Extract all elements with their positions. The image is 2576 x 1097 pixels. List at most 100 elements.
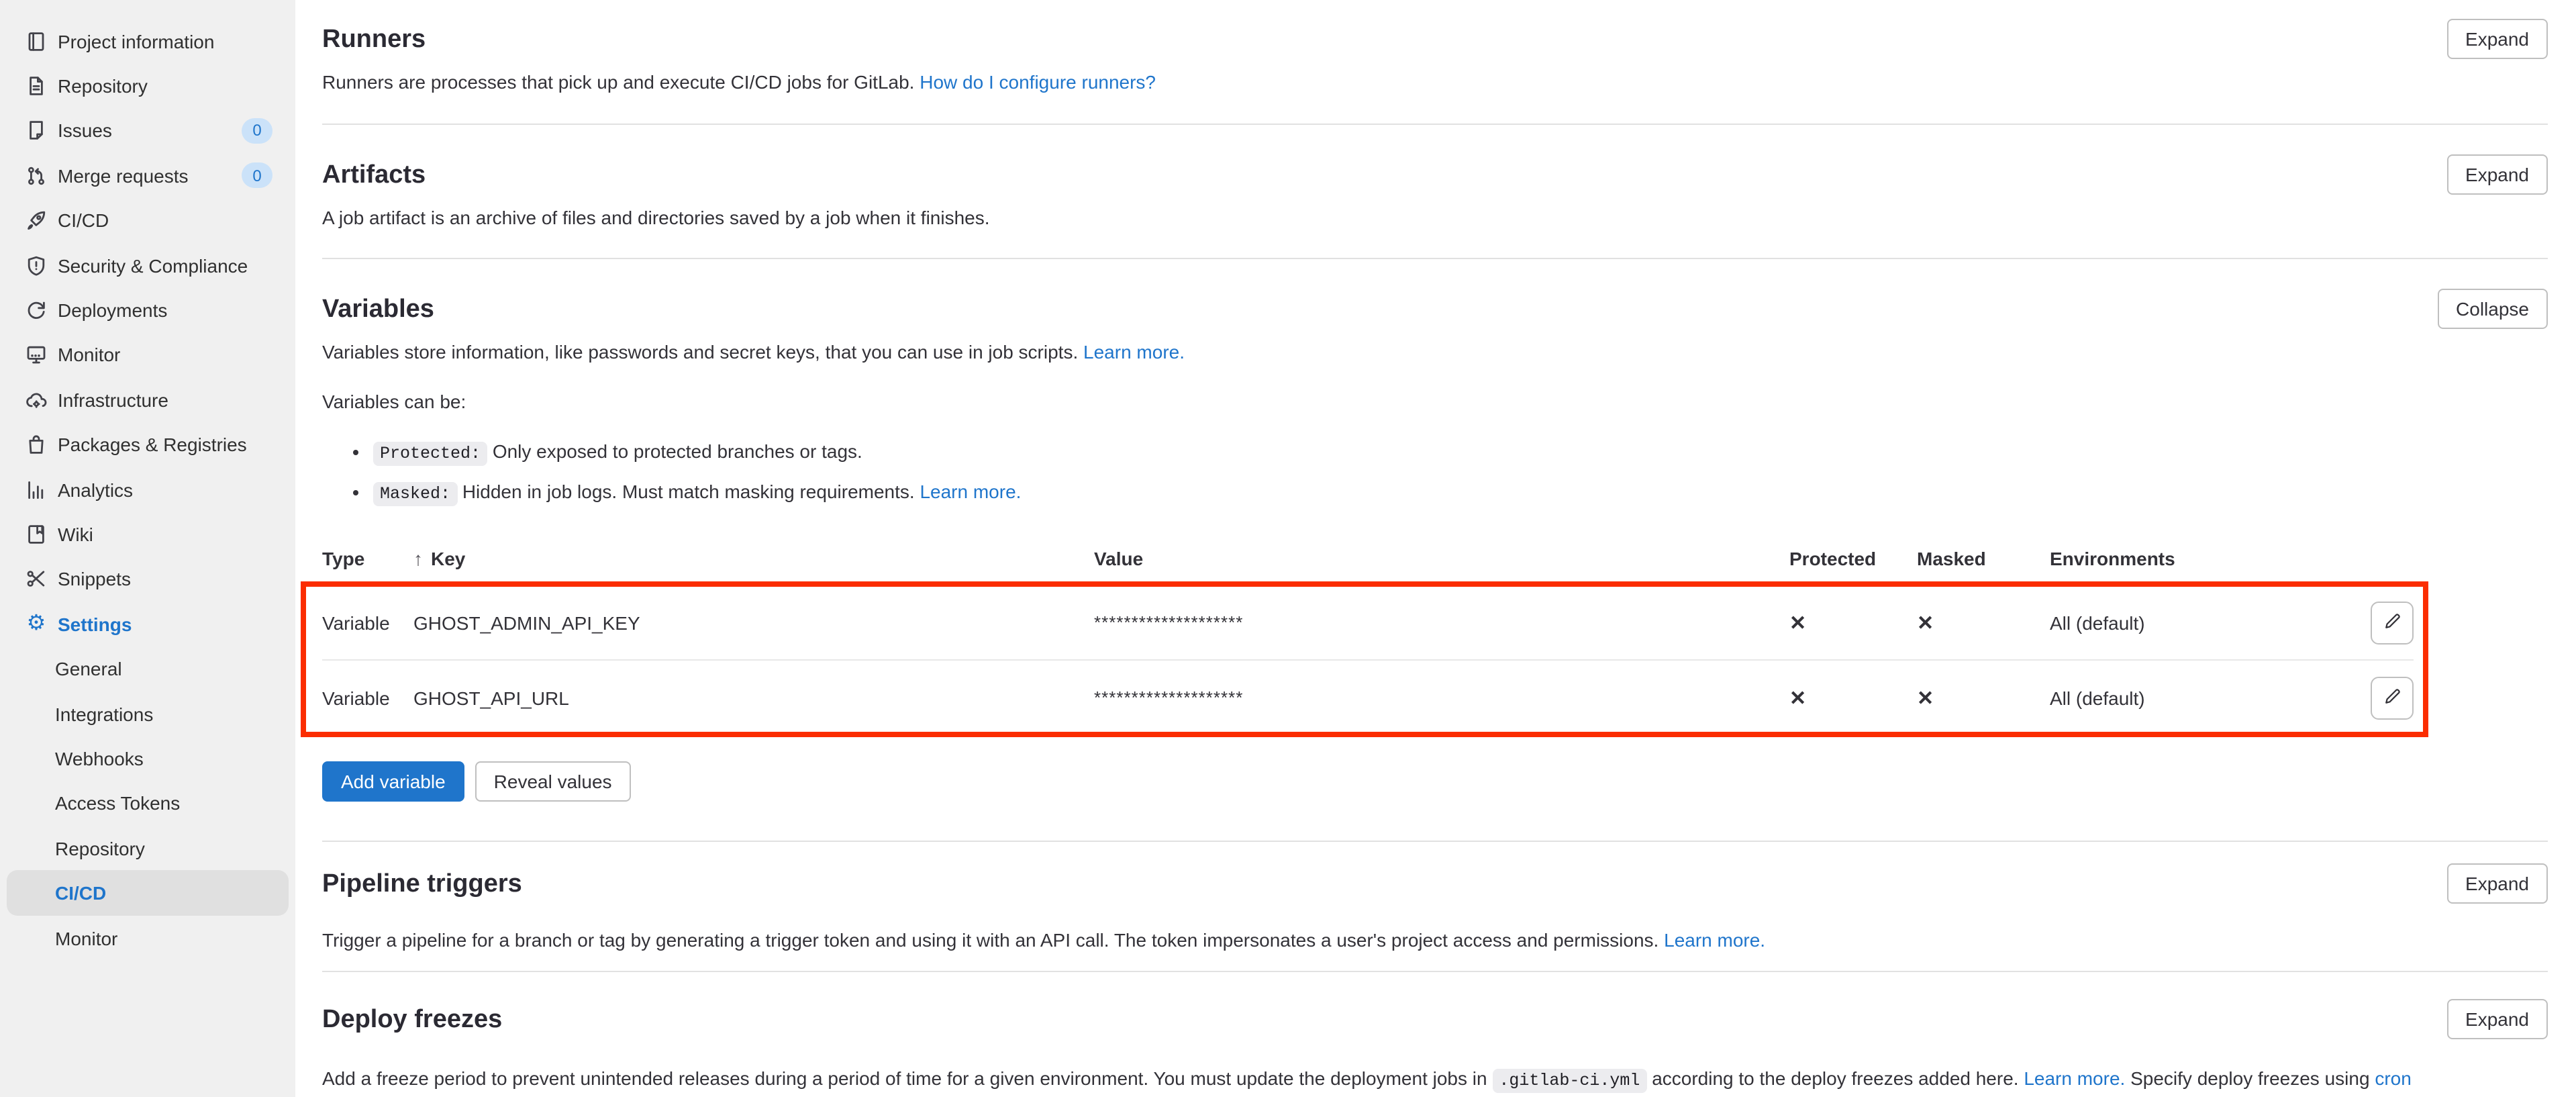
sidebar-item-ci-cd[interactable]: CI/CD: [0, 198, 295, 243]
deploy-freezes-description-text-1: Add a freeze period to prevent unintende…: [322, 1067, 1487, 1089]
pipeline-triggers-expand-button[interactable]: Expand: [2446, 863, 2548, 904]
artifacts-expand-button[interactable]: Expand: [2446, 154, 2548, 195]
sidebar-item-label: Project information: [58, 30, 273, 52]
protected-bullet: Protected: Only exposed to protected bra…: [373, 432, 2548, 473]
issues-count-badge: 0: [242, 118, 273, 144]
artifacts-description: A job artifact is an archive of files an…: [322, 207, 990, 230]
runners-description: Runners are processes that pick up and e…: [322, 71, 1156, 94]
reveal-values-button[interactable]: Reveal values: [475, 761, 631, 802]
column-header-key[interactable]: ↑ Key: [413, 548, 1094, 569]
sidebar-item-merge-requests[interactable]: Merge requests 0: [0, 153, 295, 198]
column-header-masked: Masked: [1917, 548, 2050, 569]
protected-bullet-text: Only exposed to protected branches or ta…: [493, 440, 862, 462]
variables-collapse-button[interactable]: Collapse: [2437, 289, 2548, 329]
variables-description: Variables store information, like passwo…: [322, 341, 1185, 364]
sidebar-subitem-label: CI/CD: [55, 882, 106, 904]
sidebar-subitem-monitor[interactable]: Monitor: [7, 916, 289, 961]
masked-x-icon: ✕: [1917, 610, 2050, 634]
configure-runners-link[interactable]: How do I configure runners?: [920, 71, 1156, 93]
table-row: Variable GHOST_ADMIN_API_KEY ***********…: [322, 585, 2414, 661]
shield-icon: [26, 254, 47, 276]
runners-section: Runners Runners are processes that pick …: [322, 0, 2548, 125]
deploy-freezes-description-text-2: according to the deploy freezes added he…: [1652, 1067, 2018, 1089]
runners-title: Runners: [322, 26, 1156, 55]
sidebar: Project information Repository Issues 0 …: [0, 0, 295, 1097]
runners-expand-button[interactable]: Expand: [2446, 19, 2548, 59]
row-type: Variable: [322, 687, 413, 708]
sidebar-item-label: Monitor: [58, 344, 273, 366]
column-header-environments: Environments: [2050, 548, 2313, 569]
column-header-key-label: Key: [431, 548, 465, 569]
sidebar-item-repository[interactable]: Repository: [0, 64, 295, 109]
sidebar-subitem-integrations[interactable]: Integrations: [7, 691, 289, 736]
artifacts-title: Artifacts: [322, 161, 990, 191]
edit-variable-button[interactable]: [2371, 676, 2414, 719]
masked-x-icon: ✕: [1917, 685, 2050, 710]
edit-variable-button[interactable]: [2371, 601, 2414, 644]
pipeline-triggers-section: Pipeline triggers Trigger a pipeline for…: [322, 842, 2548, 972]
sidebar-item-security-compliance[interactable]: Security & Compliance: [0, 243, 295, 288]
sidebar-subitem-repository[interactable]: Repository: [7, 826, 289, 871]
sidebar-subitem-ci-cd[interactable]: CI/CD: [7, 871, 289, 916]
wiki-icon: [26, 524, 47, 545]
sidebar-item-label: Repository: [58, 75, 273, 97]
protected-x-icon: ✕: [1789, 610, 1917, 634]
repository-icon: [26, 75, 47, 97]
sidebar-item-settings[interactable]: ⚙ Settings: [0, 602, 295, 647]
sidebar-item-label: CI/CD: [58, 210, 273, 232]
variables-description-text: Variables store information, like passwo…: [322, 341, 1078, 363]
variables-learn-more-link[interactable]: Learn more.: [1083, 341, 1185, 363]
sidebar-item-packages-registries[interactable]: Packages & Registries: [0, 422, 295, 467]
sidebar-item-snippets[interactable]: Snippets: [0, 557, 295, 602]
variables-table: Type ↑Key Value Protected Masked Environ…: [322, 548, 2414, 736]
column-header-type: Type: [322, 548, 413, 569]
deploy-freezes-expand-button[interactable]: Expand: [2446, 999, 2548, 1039]
sidebar-item-label: Settings: [58, 614, 273, 635]
deploy-freezes-learn-more-link[interactable]: Learn more.: [2024, 1067, 2125, 1089]
masked-bullet: Masked: Hidden in job logs. Must match m…: [373, 473, 2548, 513]
rocket-icon: [26, 210, 47, 232]
sidebar-item-wiki[interactable]: Wiki: [0, 512, 295, 557]
variables-table-body: Variable GHOST_ADMIN_API_KEY ***********…: [322, 585, 2414, 736]
variables-intro: Variables can be:: [322, 391, 2548, 414]
sidebar-subitem-webhooks[interactable]: Webhooks: [7, 736, 289, 781]
package-icon: [26, 434, 47, 455]
masked-bullet-text: Hidden in job logs. Must match masking r…: [462, 481, 915, 502]
scissors-icon: [26, 569, 47, 590]
protected-x-icon: ✕: [1789, 685, 1917, 710]
variables-title: Variables: [322, 295, 1185, 325]
deploy-freezes-section: Deploy freezes Add a freeze period to pr…: [322, 972, 2548, 1097]
sidebar-item-label: Analytics: [58, 479, 273, 500]
chart-icon: [26, 479, 47, 500]
sidebar-item-label: Issues: [58, 120, 231, 142]
pipeline-triggers-title: Pipeline triggers: [322, 870, 1765, 900]
masked-learn-more-link[interactable]: Learn more.: [920, 481, 1021, 502]
sidebar-item-project-information[interactable]: Project information: [0, 19, 295, 64]
variables-bullet-list: Protected: Only exposed to protected bra…: [322, 432, 2548, 513]
sidebar-item-label: Deployments: [58, 299, 273, 321]
sidebar-item-infrastructure[interactable]: Infrastructure: [0, 377, 295, 422]
sort-ascending-icon: ↑: [413, 548, 423, 569]
pencil-icon: [2382, 610, 2402, 634]
row-value-masked: ********************: [1094, 687, 1789, 708]
sidebar-item-deployments[interactable]: Deployments: [0, 288, 295, 333]
pipeline-triggers-description-text: Trigger a pipeline for a branch or tag b…: [322, 929, 1658, 951]
masked-code: Masked:: [373, 482, 457, 506]
sidebar-item-monitor[interactable]: Monitor: [0, 332, 295, 377]
pipeline-triggers-learn-more-link[interactable]: Learn more.: [1664, 929, 1765, 951]
sidebar-subitem-access-tokens[interactable]: Access Tokens: [7, 781, 289, 826]
sidebar-subitem-label: General: [55, 658, 122, 679]
artifacts-section: Artifacts A job artifact is an archive o…: [322, 125, 2548, 259]
pipeline-triggers-description: Trigger a pipeline for a branch or tag b…: [322, 929, 1765, 952]
protected-code: Protected:: [373, 442, 487, 466]
gear-icon: ⚙: [26, 614, 47, 635]
sidebar-subitem-label: Repository: [55, 837, 145, 859]
sidebar-item-issues[interactable]: Issues 0: [0, 109, 295, 154]
page: Project information Repository Issues 0 …: [0, 0, 2576, 1097]
sidebar-item-analytics[interactable]: Analytics: [0, 467, 295, 512]
sidebar-subitem-general[interactable]: General: [7, 647, 289, 691]
gitlab-cicd-settings-page: Project information Repository Issues 0 …: [0, 0, 2576, 1097]
sidebar-item-label: Packages & Registries: [58, 434, 273, 455]
row-value-masked: ********************: [1094, 612, 1789, 632]
add-variable-button[interactable]: Add variable: [322, 761, 464, 802]
